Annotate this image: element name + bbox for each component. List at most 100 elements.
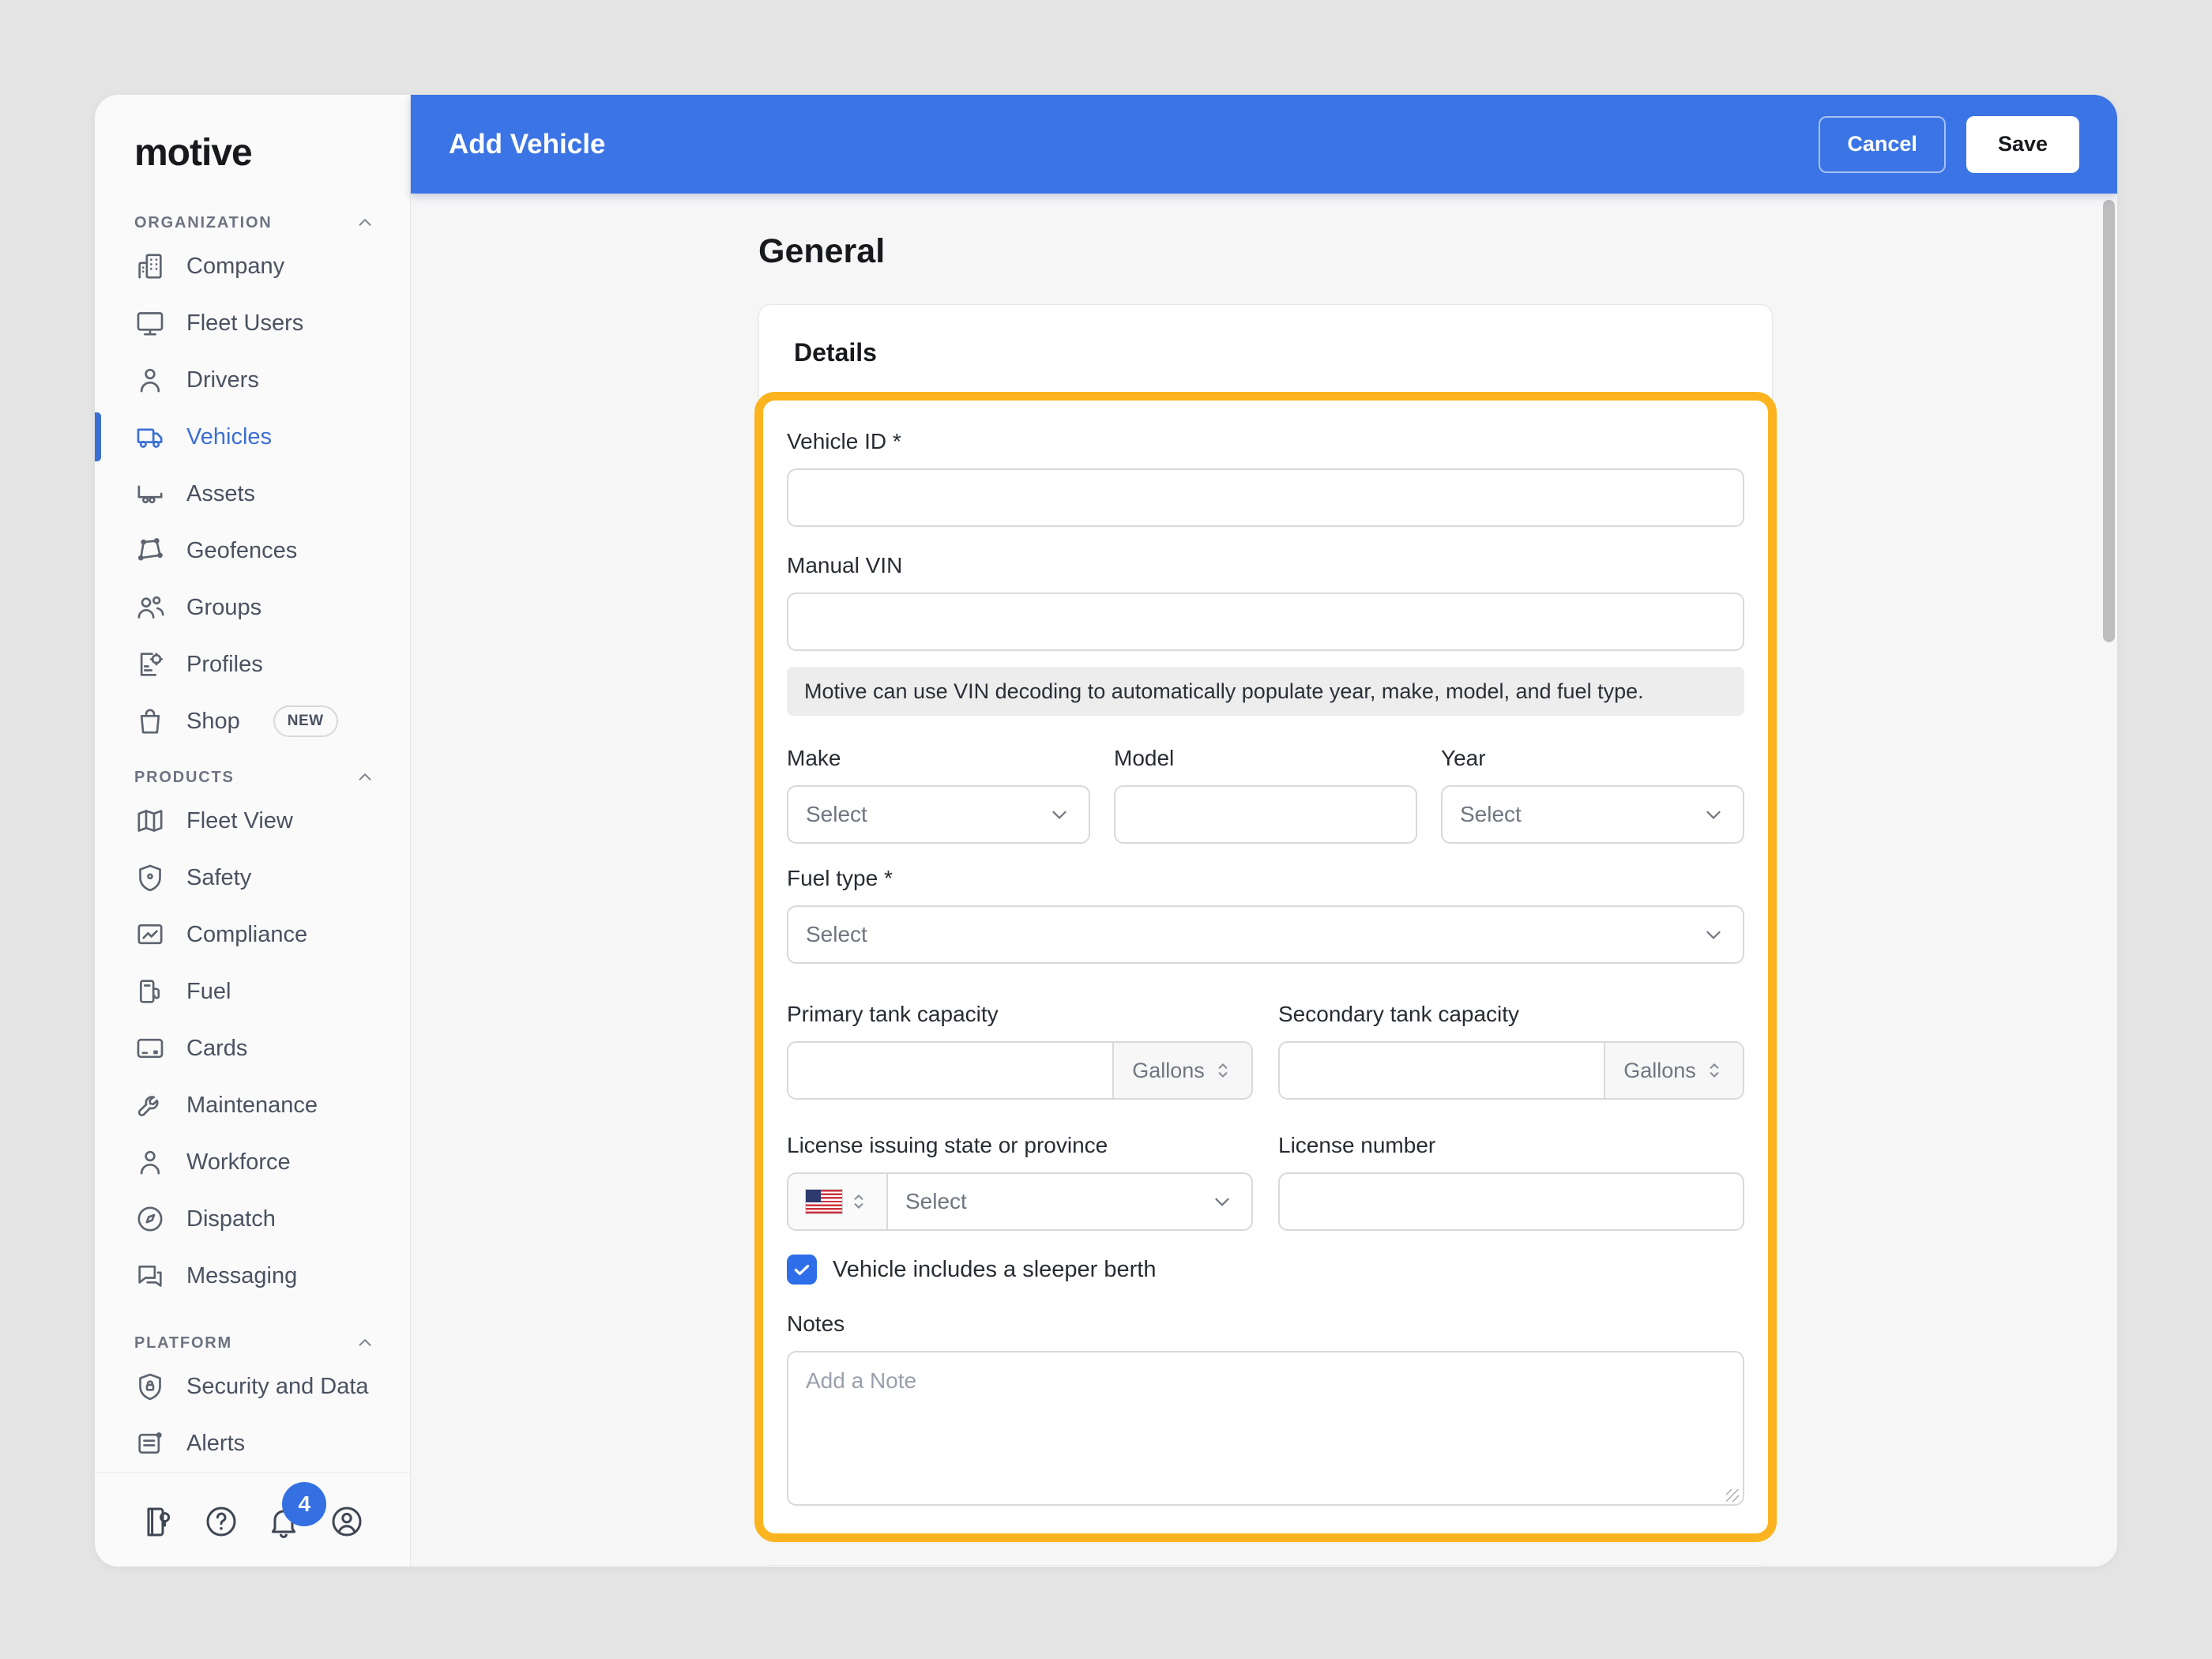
sidebar-item-workforce[interactable]: Workforce: [95, 1134, 410, 1191]
sleeper-berth-row: Vehicle includes a sleeper berth: [787, 1255, 1744, 1285]
notes-label: Notes: [787, 1310, 1744, 1338]
sidebar-item-fuel[interactable]: Fuel: [95, 963, 410, 1020]
sleeper-berth-checkbox[interactable]: [787, 1255, 817, 1285]
up-down-arrows-icon: [848, 1191, 869, 1212]
section-title: General: [758, 231, 1773, 271]
check-icon: [792, 1259, 812, 1280]
main-panel: Add Vehicle Cancel Save General Details …: [411, 95, 2117, 1567]
sidebar-item-drivers[interactable]: Drivers: [95, 352, 410, 408]
notes-textarea[interactable]: [787, 1351, 1744, 1506]
map-icon: [134, 805, 166, 837]
sidebar-item-label: Shop: [186, 709, 240, 735]
scrollbar-thumb[interactable]: [2103, 200, 2115, 642]
fuel-pump-icon: [134, 976, 166, 1007]
people-icon: [134, 592, 166, 623]
model-input[interactable]: [1114, 785, 1417, 844]
secondary-tank-group: Secondary tank capacity Gallons: [1278, 1000, 1744, 1100]
chevron-up-icon: [355, 1333, 375, 1353]
sidebar-footer: 4: [95, 1472, 410, 1567]
section-platform[interactable]: PLATFORM: [95, 1328, 410, 1358]
sidebar-item-maintenance[interactable]: Maintenance: [95, 1077, 410, 1134]
license-state-select[interactable]: Select: [888, 1174, 1251, 1229]
sidebar-item-label: Maintenance: [186, 1093, 318, 1119]
year-select[interactable]: Select: [1441, 785, 1744, 844]
sidebar-item-label: Messaging: [186, 1263, 297, 1289]
page-header-title: Add Vehicle: [449, 129, 1798, 160]
sidebar-item-fleet-users[interactable]: Fleet Users: [95, 295, 410, 352]
new-badge: NEW: [273, 705, 338, 737]
sidebar-item-label: Profiles: [186, 652, 263, 678]
sidebar-item-shop[interactable]: Shop NEW: [95, 693, 410, 750]
sidebar-item-label: Safety: [186, 865, 251, 891]
sidebar-item-label: Fleet View: [186, 808, 293, 834]
chevron-down-icon: [1210, 1190, 1234, 1213]
sidebar-item-safety[interactable]: Safety: [95, 849, 410, 906]
chevron-down-icon: [1702, 923, 1725, 946]
building-icon: [134, 250, 166, 282]
app-window: motive ORGANIZATION Company Fleet Users: [95, 95, 2117, 1567]
sidebar-item-company[interactable]: Company: [95, 238, 410, 295]
chevron-up-icon: [355, 213, 375, 233]
up-down-arrows-icon: [1213, 1060, 1233, 1081]
tank-capacity-row: Primary tank capacity Gallons: [787, 1000, 1744, 1100]
content-area: General Details Vehicle ID * Manual VIN: [411, 194, 2117, 1567]
shield-dot-icon: [134, 862, 166, 893]
sidebar-item-groups[interactable]: Groups: [95, 579, 410, 636]
sidebar-item-vehicles[interactable]: Vehicles: [95, 408, 410, 465]
sidebar-item-label: Security and Data: [186, 1374, 369, 1400]
year-label: Year: [1441, 744, 1744, 773]
cancel-button[interactable]: Cancel: [1819, 116, 1946, 173]
document-gear-icon: [134, 649, 166, 680]
country-flag-select[interactable]: [788, 1174, 888, 1229]
logbook-icon[interactable]: [139, 1503, 177, 1540]
wrench-icon: [134, 1089, 166, 1121]
highlighted-form-region: Vehicle ID * Manual VIN Motive can use V…: [754, 392, 1777, 1542]
sidebar-item-compliance[interactable]: Compliance: [95, 906, 410, 963]
sidebar-item-cards[interactable]: Cards: [95, 1020, 410, 1077]
account-icon[interactable]: [328, 1503, 366, 1540]
secondary-tank-input[interactable]: [1280, 1043, 1604, 1098]
sidebar-item-messaging[interactable]: Messaging: [95, 1247, 410, 1304]
license-state-label: License issuing state or province: [787, 1131, 1253, 1160]
sidebar-item-label: Compliance: [186, 922, 307, 948]
page-header: Add Vehicle Cancel Save: [411, 95, 2117, 194]
notes-group: Notes: [787, 1310, 1744, 1510]
notifications-bell-icon[interactable]: 4: [265, 1503, 303, 1540]
license-number-label: License number: [1278, 1131, 1744, 1160]
next-card-peek: [758, 1565, 1773, 1567]
primary-tank-group: Primary tank capacity Gallons: [787, 1000, 1253, 1100]
person-icon: [134, 364, 166, 396]
model-label: Model: [1114, 744, 1417, 773]
fuel-type-select[interactable]: Select: [787, 905, 1744, 964]
primary-tank-unit-select[interactable]: Gallons: [1112, 1043, 1251, 1098]
make-label: Make: [787, 744, 1090, 773]
manual-vin-input[interactable]: [787, 592, 1744, 651]
sidebar-item-alerts[interactable]: Alerts: [95, 1415, 410, 1472]
sidebar-item-geofences[interactable]: Geofences: [95, 522, 410, 579]
make-select[interactable]: Select: [787, 785, 1090, 844]
license-row: License issuing state or province Select: [787, 1131, 1744, 1231]
save-button[interactable]: Save: [1966, 116, 2079, 173]
sidebar-item-profiles[interactable]: Profiles: [95, 636, 410, 693]
sidebar-item-assets[interactable]: Assets: [95, 465, 410, 522]
vin-decoding-hint: Motive can use VIN decoding to automatic…: [787, 667, 1744, 716]
primary-tank-input[interactable]: [788, 1043, 1112, 1098]
help-icon[interactable]: [202, 1503, 240, 1540]
section-organization[interactable]: ORGANIZATION: [95, 208, 410, 238]
section-products[interactable]: PRODUCTS: [95, 762, 410, 792]
primary-tank-label: Primary tank capacity: [787, 1000, 1253, 1029]
sidebar-item-security-and-data[interactable]: Security and Data: [95, 1358, 410, 1415]
shopping-bag-icon: [134, 705, 166, 737]
compass-icon: [134, 1203, 166, 1235]
license-number-input[interactable]: [1278, 1172, 1744, 1231]
fuel-type-group: Fuel type * Select: [787, 864, 1744, 964]
person-icon: [134, 1146, 166, 1178]
license-state-group: License issuing state or province Select: [787, 1131, 1253, 1231]
secondary-tank-unit-select[interactable]: Gallons: [1604, 1043, 1743, 1098]
vehicle-id-input[interactable]: [787, 468, 1744, 527]
details-card: Details Vehicle ID * Manual VIN Motive c…: [758, 304, 1773, 1541]
sidebar-item-label: Workforce: [186, 1149, 291, 1176]
notes-wrapper: [787, 1351, 1744, 1510]
sidebar-item-dispatch[interactable]: Dispatch: [95, 1191, 410, 1247]
sidebar-item-fleet-view[interactable]: Fleet View: [95, 792, 410, 849]
